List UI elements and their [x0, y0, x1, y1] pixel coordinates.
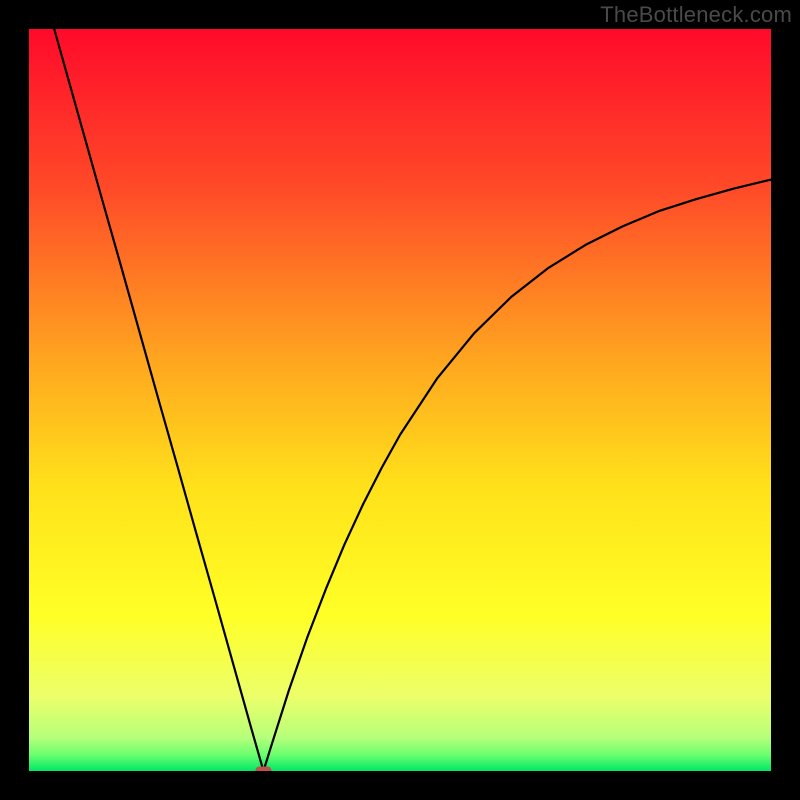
- chart-outer-frame: TheBottleneck.com: [0, 0, 800, 800]
- minimum-marker: [255, 767, 271, 772]
- watermark-text: TheBottleneck.com: [600, 2, 792, 28]
- chart-background-gradient: [29, 29, 771, 771]
- chart-svg: [29, 29, 771, 771]
- chart-plot-area: [29, 29, 771, 771]
